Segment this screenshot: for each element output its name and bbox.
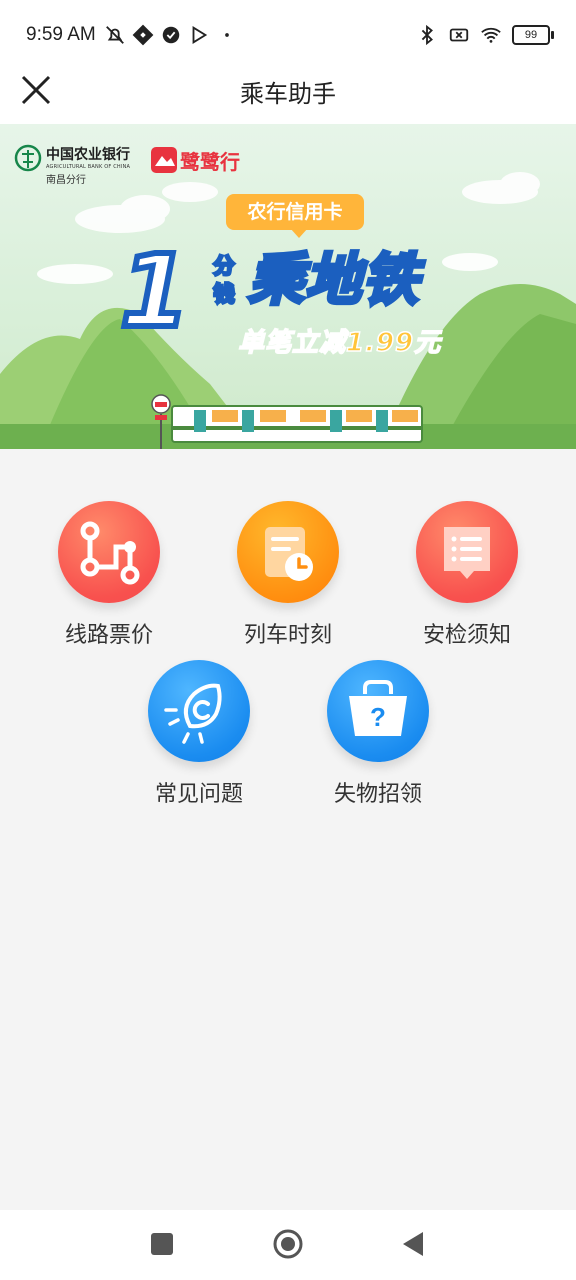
tool-train-schedule[interactable]: 列车时刻 xyxy=(213,501,363,649)
tool-route-fare[interactable]: 线路票价 xyxy=(34,501,184,649)
tool-faq[interactable]: 常见问题 xyxy=(124,660,274,808)
bank-branch: 南昌分行 xyxy=(46,175,86,186)
lost-found-icon: ? xyxy=(327,660,429,762)
back-icon[interactable] xyxy=(394,1224,434,1264)
home-icon[interactable] xyxy=(268,1224,308,1264)
battery-icon: 99 xyxy=(512,25,554,45)
tool-lost-found[interactable]: ? 失物招领 xyxy=(303,660,453,808)
check-circle-icon xyxy=(162,26,180,44)
promo-sub-headline: 单笔立减1.99元 xyxy=(237,327,442,359)
bank-name-en: AGRICULTURAL BANK OF CHINA xyxy=(46,164,131,170)
status-icons-right: 99 xyxy=(416,22,554,48)
bluetooth-icon xyxy=(421,24,433,46)
promo-unit: 分钱 xyxy=(212,253,236,308)
promo-tag: 农行信用卡 xyxy=(226,194,364,238)
bank-name: 中国农业银行 xyxy=(46,147,130,163)
sim-off-icon xyxy=(449,28,469,42)
notice-icon xyxy=(416,501,518,603)
status-bar: 9:59 AM 99 xyxy=(0,0,576,70)
tool-security-notice[interactable]: 安检须知 xyxy=(392,501,542,649)
dot-icon xyxy=(225,33,229,37)
partner-brand: 鹭鹭行 xyxy=(180,150,240,174)
svg-text:?: ? xyxy=(370,702,386,732)
system-nav-bar xyxy=(0,1210,576,1280)
schedule-icon xyxy=(237,501,339,603)
recent-apps-icon[interactable] xyxy=(142,1224,182,1264)
tool-label: 安检须知 xyxy=(422,623,511,648)
mute-icon xyxy=(106,26,124,44)
route-icon xyxy=(58,501,160,603)
header: 乘车助手 xyxy=(0,70,576,124)
promo-big-number: 1 xyxy=(117,233,193,350)
promo-banner[interactable]: 中国农业银行 AGRICULTURAL BANK OF CHINA 南昌分行 鹭… xyxy=(0,124,576,449)
play-store-icon xyxy=(192,26,208,44)
tool-label: 失物招领 xyxy=(333,782,422,807)
signal-app-icon xyxy=(132,24,154,46)
status-time: 9:59 AM xyxy=(26,24,96,45)
promo-headline: 乘地铁 xyxy=(246,248,420,313)
tool-label: 列车时刻 xyxy=(243,623,332,648)
page-title: 乘车助手 xyxy=(240,80,336,108)
tool-label: 线路票价 xyxy=(64,623,153,648)
faq-icon xyxy=(148,660,250,762)
wifi-icon xyxy=(481,27,501,43)
tool-label: 常见问题 xyxy=(154,782,243,807)
status-icons-left xyxy=(104,22,238,48)
